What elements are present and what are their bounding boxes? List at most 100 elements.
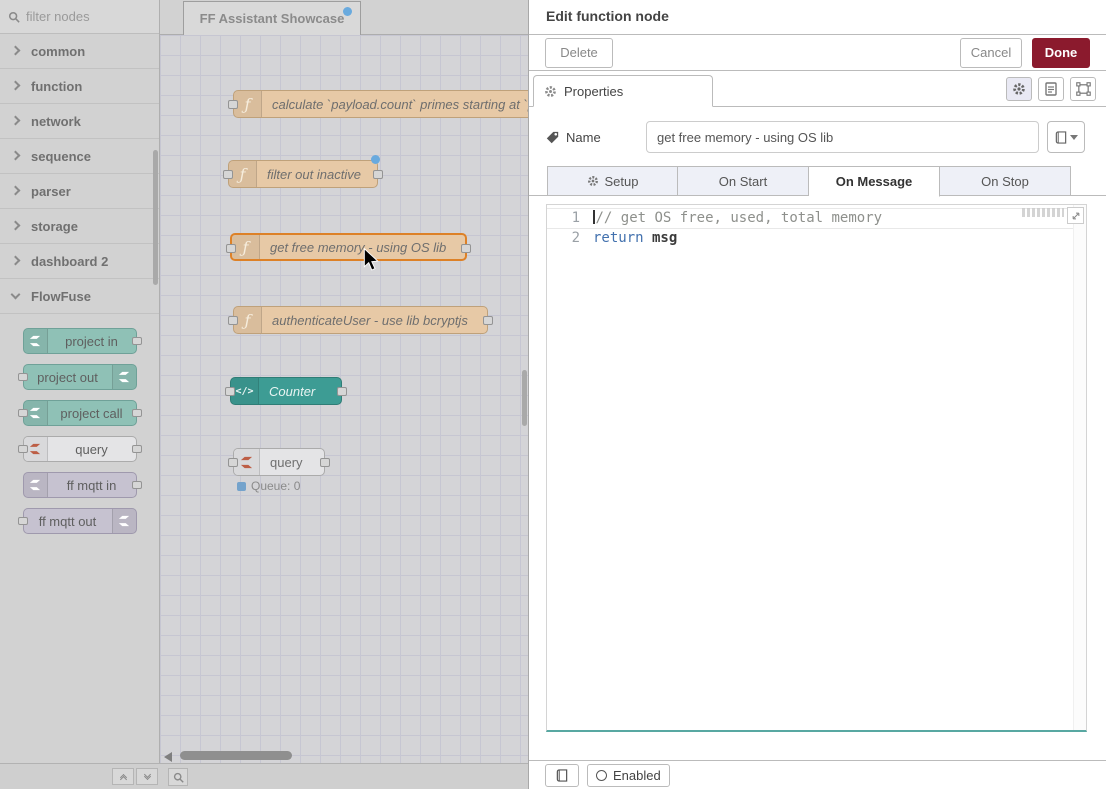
palette-expand-all-button[interactable] (136, 768, 158, 785)
done-button[interactable]: Done (1032, 38, 1090, 68)
node-counter[interactable]: </> Counter (230, 377, 342, 405)
palette-node-label: project out (24, 365, 112, 389)
output-port (132, 337, 142, 345)
chevron-right-icon (11, 185, 21, 195)
palette-category-function[interactable]: function (0, 69, 159, 104)
palette-scrollbar[interactable] (153, 150, 158, 285)
flow-tab-bar: FF Assistant Showcase (160, 0, 528, 35)
palette-node-project-call[interactable]: project call (23, 400, 137, 426)
name-input[interactable] (646, 121, 1039, 153)
palette-node-list: project in project out project call (0, 314, 159, 534)
tab-on-start[interactable]: On Start (678, 166, 809, 196)
chevron-right-icon (11, 220, 21, 230)
node-label: filter out inactive (257, 161, 377, 187)
hscroll-thumb[interactable] (180, 751, 292, 760)
tab-label: Setup (605, 174, 639, 189)
palette-search[interactable] (0, 0, 159, 34)
gear-icon (587, 175, 599, 187)
workspace-grid[interactable]: ƒ calculate `payload.count` primes start… (160, 35, 528, 763)
tab-setup[interactable]: Setup (547, 166, 678, 196)
tray-toolbar: Delete Cancel Done (529, 35, 1106, 71)
flowfuse-icon (112, 365, 136, 389)
output-port[interactable] (461, 244, 471, 253)
tab-properties[interactable]: Properties (533, 75, 713, 107)
input-port[interactable] (226, 244, 236, 253)
magnifier-icon (173, 772, 184, 783)
palette-category-sequence[interactable]: sequence (0, 139, 159, 174)
flow-tab[interactable]: FF Assistant Showcase (183, 1, 361, 35)
description-icon-button[interactable] (1038, 77, 1064, 101)
code-icon: </> (231, 378, 259, 404)
code-keyword: return (593, 230, 644, 246)
output-port[interactable] (337, 387, 347, 396)
palette-filter-input[interactable] (26, 9, 146, 24)
properties-icon-button[interactable] (1006, 77, 1032, 101)
library-button[interactable] (545, 764, 579, 787)
line-number: 2 (547, 229, 593, 248)
palette-collapse-all-button[interactable] (112, 768, 134, 785)
palette-node-ff-mqtt-out[interactable]: ff mqtt out (23, 508, 137, 534)
book-icon (1055, 131, 1067, 144)
name-row: Name (546, 121, 1090, 153)
workspace-footer (0, 763, 528, 789)
code-editor[interactable]: 1 // get OS free, used, total memory 2 r… (546, 204, 1087, 732)
category-label: FlowFuse (31, 289, 91, 304)
flowfuse-icon (24, 329, 48, 353)
frame-icon (1076, 82, 1091, 96)
properties-tab-label: Properties (564, 84, 623, 99)
canvas-zoom-button[interactable] (168, 768, 188, 786)
node-label: get free memory - using OS lib (260, 235, 465, 259)
node-authenticate-user[interactable]: ƒ authenticateUser - use lib bcryptjs (233, 306, 488, 334)
chevron-right-icon (11, 45, 21, 55)
delete-button[interactable]: Delete (545, 38, 613, 68)
input-port[interactable] (228, 100, 238, 109)
output-port[interactable] (320, 458, 330, 467)
input-port[interactable] (228, 458, 238, 467)
enabled-state-icon (596, 770, 607, 781)
cancel-button[interactable]: Cancel (960, 38, 1022, 68)
palette-category-common[interactable]: common (0, 34, 159, 69)
node-get-free-memory[interactable]: ƒ get free memory - using OS lib (230, 233, 467, 261)
output-port (132, 445, 142, 453)
node-status-queue: Queue: 0 (237, 479, 300, 493)
input-port[interactable] (225, 387, 235, 396)
enabled-toggle-button[interactable]: Enabled (587, 764, 670, 787)
tab-on-stop[interactable]: On Stop (940, 166, 1071, 196)
palette-node-label: ff mqtt in (48, 473, 136, 497)
editor-scrollbar[interactable] (1073, 205, 1086, 730)
tab-label: On Message (836, 174, 913, 189)
appearance-icon-button[interactable] (1070, 77, 1096, 101)
palette-category-storage[interactable]: storage (0, 209, 159, 244)
palette-node-project-out[interactable]: project out (23, 364, 137, 390)
library-dropdown-button[interactable] (1047, 121, 1085, 153)
input-port[interactable] (228, 316, 238, 325)
palette-category-network[interactable]: network (0, 104, 159, 139)
palette-node-project-in[interactable]: project in (23, 328, 137, 354)
editor-minimap (1022, 208, 1064, 217)
node-calculate-primes[interactable]: ƒ calculate `payload.count` primes start… (233, 90, 528, 118)
function-icon: ƒ (232, 235, 260, 259)
input-port (18, 445, 28, 453)
hscroll-left-arrow[interactable] (164, 752, 172, 762)
chevron-right-icon (11, 115, 21, 125)
modified-dot (343, 7, 352, 16)
output-port[interactable] (483, 316, 493, 325)
tab-on-message[interactable]: On Message (809, 166, 940, 197)
palette-node-label: ff mqtt out (24, 509, 112, 533)
palette-node-query[interactable]: query (23, 436, 137, 462)
palette-node-label: project call (48, 401, 136, 425)
node-label: Counter (259, 378, 341, 404)
output-port[interactable] (373, 170, 383, 179)
palette-category-parser[interactable]: parser (0, 174, 159, 209)
node-filter-out-inactive[interactable]: ƒ filter out inactive (228, 160, 378, 188)
text-caret (593, 210, 595, 224)
node-red-editor: common function network sequence parser … (0, 0, 1106, 789)
node-query[interactable]: query (233, 448, 325, 476)
editor-expand-button[interactable] (1067, 207, 1084, 224)
palette-category-dashboard2[interactable]: dashboard 2 (0, 244, 159, 279)
category-label: common (31, 44, 85, 59)
input-port[interactable] (223, 170, 233, 179)
palette-node-ff-mqtt-in[interactable]: ff mqtt in (23, 472, 137, 498)
palette-category-flowfuse[interactable]: FlowFuse (0, 279, 159, 314)
vscroll-thumb[interactable] (522, 370, 527, 426)
